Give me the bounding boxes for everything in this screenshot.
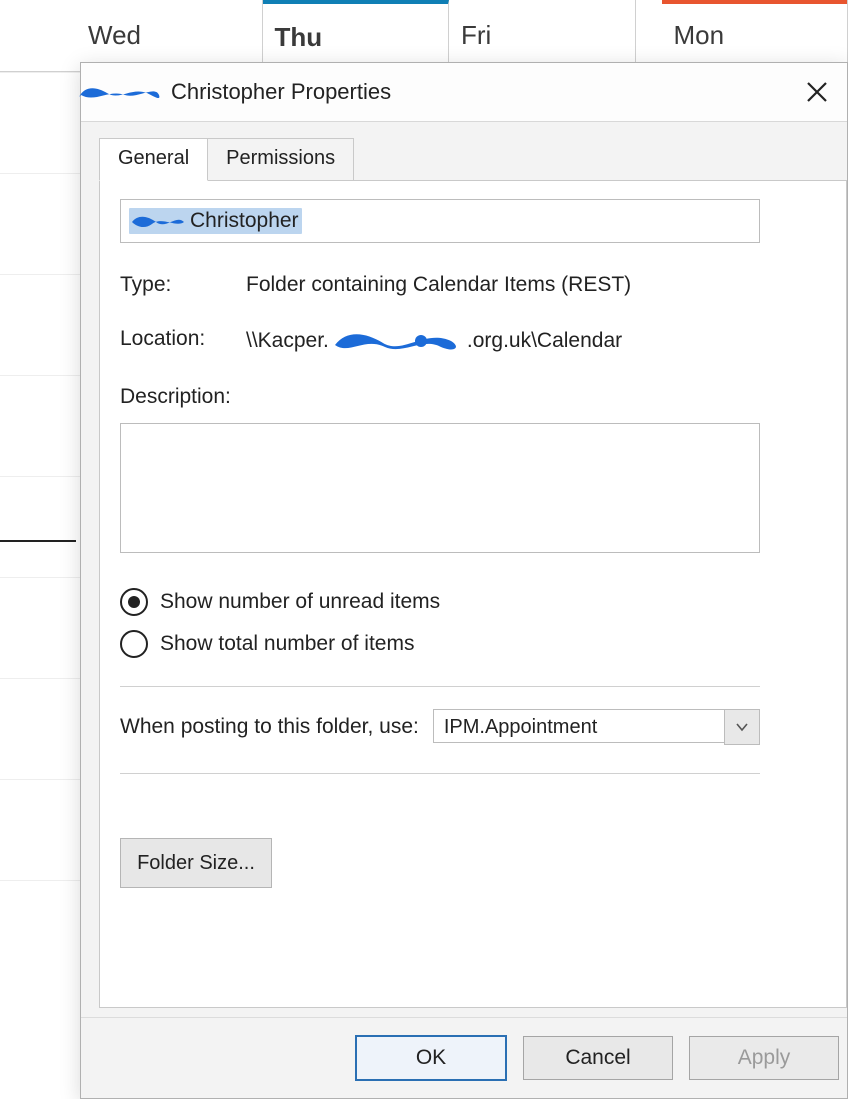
radio-label: Show total number of items: [160, 632, 414, 656]
day-header-thu[interactable]: Thu: [263, 0, 450, 71]
day-accent-bar: [662, 0, 848, 4]
redacted-name-icon: [77, 81, 165, 103]
folder-name-field[interactable]: Christopher: [120, 199, 760, 243]
posting-select-value: IPM.Appointment: [433, 709, 725, 743]
divider: [120, 686, 760, 687]
type-value: Folder containing Calendar Items (REST): [246, 273, 826, 297]
location-value: \\Kacper. .org.uk\Calendar: [246, 327, 826, 355]
properties-dialog: Christopher Properties General Permissio…: [80, 62, 848, 1099]
radio-label: Show number of unread items: [160, 590, 440, 614]
radio-total[interactable]: Show total number of items: [120, 630, 826, 658]
dialog-titlebar: Christopher Properties: [81, 63, 847, 122]
tab-general[interactable]: General: [99, 138, 208, 181]
ok-button[interactable]: OK: [355, 1035, 507, 1081]
description-label: Description:: [120, 385, 826, 409]
time-grid: [0, 72, 80, 1099]
radio-icon: [120, 630, 148, 658]
posting-row: When posting to this folder, use: IPM.Ap…: [120, 709, 760, 745]
apply-button: Apply: [689, 1036, 839, 1080]
tab-row: General Permissions: [99, 138, 353, 181]
type-label: Type:: [120, 273, 246, 297]
day-header-label: Mon: [674, 20, 725, 51]
tab-panel-general: Christopher Type: Folder containing Cale…: [99, 180, 847, 1008]
description-textarea[interactable]: [120, 423, 760, 553]
divider: [120, 773, 760, 774]
posting-label: When posting to this folder, use:: [120, 715, 419, 739]
current-time-marker: [0, 540, 76, 542]
dialog-footer: OK Cancel Apply: [81, 1017, 847, 1098]
close-icon: [806, 81, 828, 103]
redacted-location-icon: [333, 327, 463, 355]
radio-icon: [120, 588, 148, 616]
chevron-down-icon: [724, 709, 760, 745]
cancel-button[interactable]: Cancel: [523, 1036, 673, 1080]
posting-select[interactable]: IPM.Appointment: [433, 709, 760, 745]
day-header-mon[interactable]: Mon: [662, 0, 848, 71]
radio-unread[interactable]: Show number of unread items: [120, 588, 826, 616]
day-header-fri[interactable]: Fri: [449, 0, 636, 71]
folder-size-button[interactable]: Folder Size...: [120, 838, 272, 888]
close-button[interactable]: [791, 71, 843, 113]
location-label: Location:: [120, 327, 246, 355]
tab-permissions[interactable]: Permissions: [207, 138, 354, 181]
redacted-firstname-icon: [132, 212, 184, 230]
folder-name-value: Christopher: [129, 208, 302, 234]
dialog-title: Christopher Properties: [171, 79, 391, 105]
day-header-wed[interactable]: Wed: [76, 0, 263, 71]
